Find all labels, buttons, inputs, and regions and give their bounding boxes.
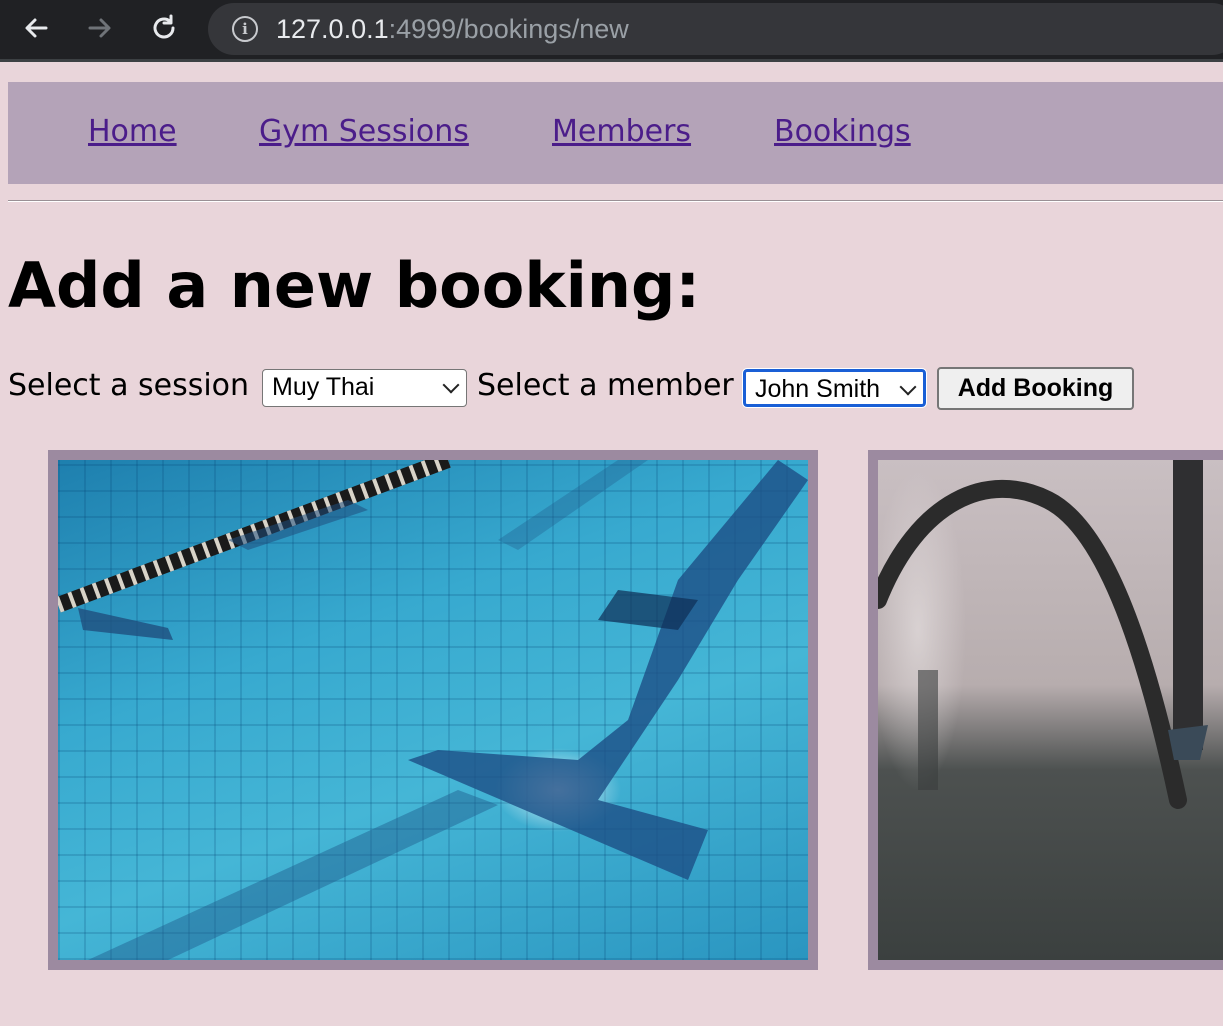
swimming-pool-photo — [58, 460, 808, 960]
url-path: :4999/bookings/new — [388, 14, 629, 44]
session-select[interactable]: Muy Thai — [262, 369, 467, 407]
nav-link-bookings[interactable]: Bookings — [774, 112, 911, 152]
address-bar[interactable]: i 127.0.0.1:4999/bookings/new — [208, 3, 1223, 55]
add-booking-button[interactable]: Add Booking — [937, 367, 1134, 410]
back-button[interactable] — [18, 10, 54, 46]
arrow-right-icon — [88, 18, 111, 38]
member-select-value: John Smith — [755, 375, 881, 403]
reload-icon — [153, 14, 175, 39]
horizontal-rule — [8, 200, 1223, 202]
url-text: 127.0.0.1:4999/bookings/new — [276, 12, 629, 46]
chevron-down-icon — [442, 376, 460, 394]
session-label: Select a session — [8, 368, 250, 403]
site-nav: Home Gym Sessions Members Bookings — [8, 82, 1223, 184]
session-select-value: Muy Thai — [272, 373, 375, 401]
nav-link-gym-sessions[interactable]: Gym Sessions — [259, 112, 469, 152]
page-title: Add a new booking: — [8, 249, 701, 322]
battle-ropes-gym-photo — [878, 460, 1223, 960]
forward-button[interactable] — [82, 10, 118, 46]
reload-button[interactable] — [146, 10, 182, 46]
info-icon[interactable]: i — [232, 16, 258, 42]
chevron-down-icon — [899, 378, 917, 396]
url-host: 127.0.0.1 — [276, 14, 389, 44]
image-card-gym — [868, 450, 1223, 970]
browser-toolbar: i 127.0.0.1:4999/bookings/new — [0, 0, 1223, 62]
battle-rope-graphics — [878, 460, 1208, 809]
image-card-pool — [48, 450, 818, 970]
pool-lane-graphics — [58, 460, 808, 960]
nav-link-members[interactable]: Members — [552, 112, 691, 152]
member-select[interactable]: John Smith — [742, 368, 927, 408]
nav-link-home[interactable]: Home — [88, 112, 177, 152]
arrow-left-icon — [25, 18, 48, 38]
member-label: Select a member — [477, 368, 734, 403]
